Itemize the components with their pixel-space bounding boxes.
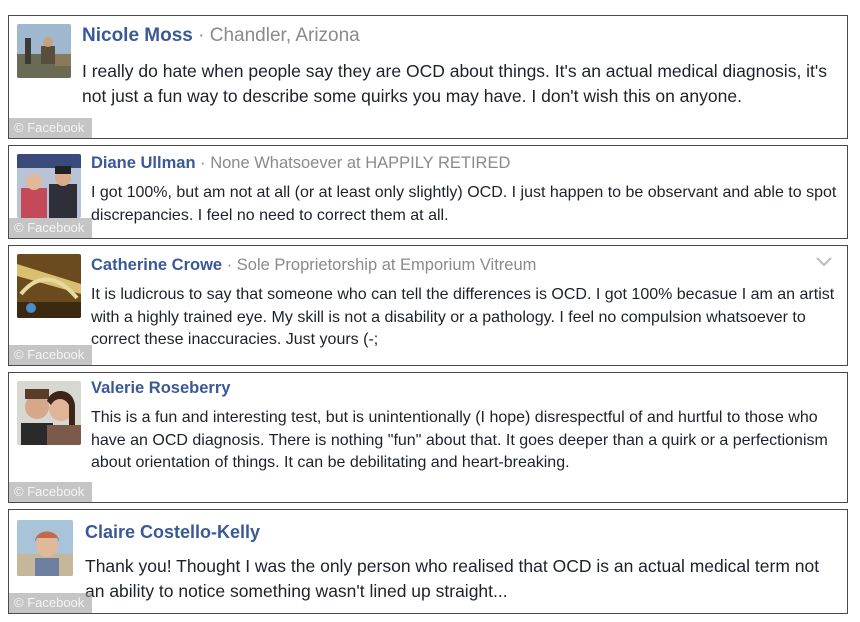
comment-card: Nicole Moss · Chandler, Arizona I really… [8, 15, 848, 139]
comment-text: It is ludicrous to say that someone who … [91, 286, 835, 349]
watermark-badge: © Facebook [9, 345, 93, 365]
avatar[interactable] [17, 520, 73, 576]
watermark-badge: © Facebook [9, 482, 93, 502]
commenter-name[interactable]: Valerie Roseberry [91, 379, 230, 398]
commenter-name[interactable]: Diane Ullman · None Whatsoever at HAPPIL… [91, 154, 510, 173]
watermark-badge: © Facebook [9, 218, 93, 238]
avatar[interactable] [17, 254, 81, 318]
commenter-name[interactable]: Catherine Crowe · Sole Proprietorship at… [91, 256, 536, 275]
chevron-down-icon[interactable] [815, 256, 833, 268]
commenter-name[interactable]: Claire Costello-Kelly [85, 522, 260, 543]
comment-card: Diane Ullman · None Whatsoever at HAPPIL… [8, 145, 848, 239]
comment-text: I really do hate when people say they ar… [82, 61, 828, 106]
comment-text: This is a fun and interesting test, but … [91, 409, 828, 472]
watermark-badge: © Facebook [9, 118, 93, 138]
avatar[interactable] [17, 381, 81, 445]
avatar[interactable] [17, 24, 71, 78]
comment-card: Valerie Roseberry This is a fun and inte… [8, 372, 848, 503]
commenter-meta: · None Whatsoever at HAPPILY RETIRED [200, 154, 511, 172]
comment-card: Claire Costello-Kelly Thank you! Thought… [8, 509, 848, 614]
commenter-meta: · Chandler, Arizona [198, 25, 360, 46]
avatar[interactable] [17, 154, 81, 218]
comment-text: I got 100%, but am not at all (or at lea… [91, 184, 837, 224]
commenter-name[interactable]: Nicole Moss · Chandler, Arizona [82, 25, 360, 47]
comment-text: Thank you! Thought I was the only person… [85, 556, 820, 601]
comment-card: Catherine Crowe · Sole Proprietorship at… [8, 245, 848, 366]
commenter-meta: · Sole Proprietorship at Emporium Vitreu… [226, 256, 537, 274]
watermark-badge: © Facebook [9, 593, 93, 613]
